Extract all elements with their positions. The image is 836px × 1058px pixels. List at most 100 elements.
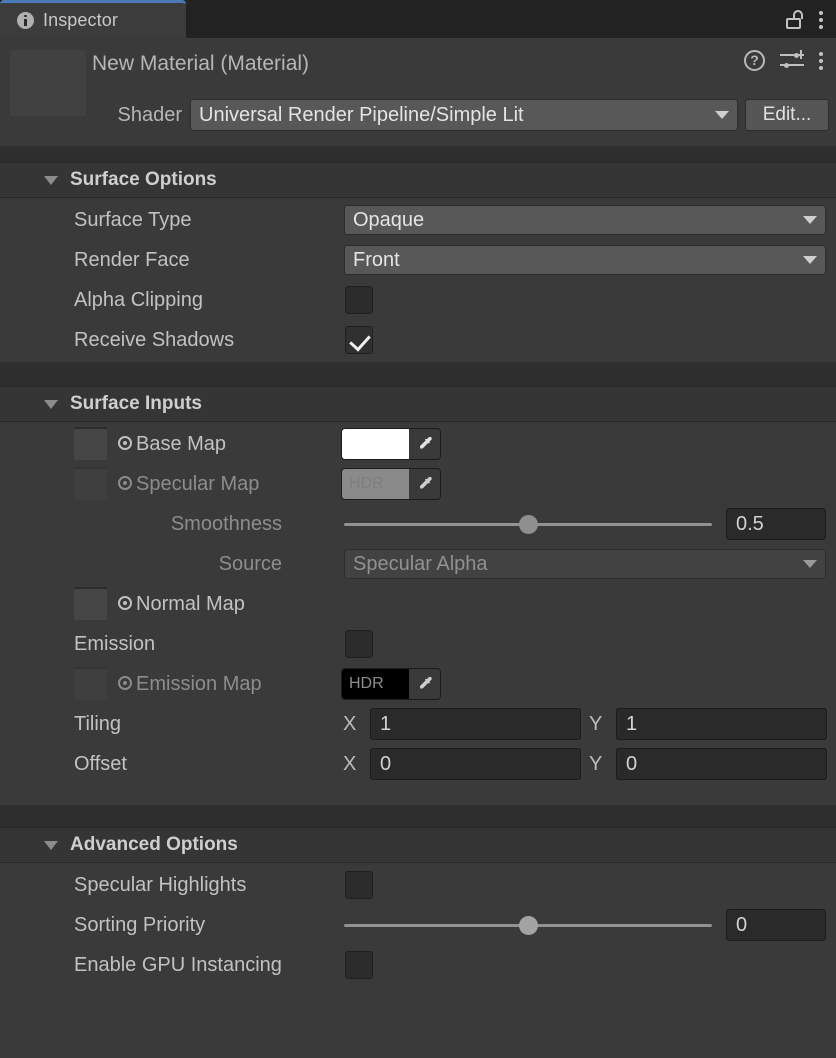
tiling-x-value: 1 — [380, 713, 391, 736]
tiling-y-value: 1 — [626, 713, 637, 736]
row-tiling: Tiling X 1 Y 1 — [0, 704, 836, 744]
emission-map-color-field[interactable]: HDR — [341, 668, 441, 700]
row-label: Smoothness — [171, 513, 282, 536]
chevron-down-icon — [44, 841, 58, 850]
eyedropper-icon — [416, 675, 435, 694]
row-enable-gpu-instancing: Enable GPU Instancing — [0, 945, 836, 985]
swatch-label: HDR — [349, 675, 384, 693]
section-header-surface-options[interactable]: Surface Options — [0, 162, 836, 198]
row-label: Emission — [74, 633, 155, 656]
base-map-expand-icon[interactable] — [118, 436, 132, 450]
receive-shadows-checkbox[interactable] — [345, 326, 373, 354]
sorting-priority-value: 0 — [736, 914, 747, 937]
base-map-color-swatch[interactable] — [342, 429, 409, 459]
alpha-clipping-checkbox[interactable] — [345, 286, 373, 314]
specular-map-color-field[interactable]: HDR — [341, 468, 441, 500]
section-body-surface-options: Surface Type Opaque Render Face Front Al… — [0, 200, 836, 362]
render-face-dropdown[interactable]: Front — [344, 245, 826, 275]
shader-dropdown[interactable]: Universal Render Pipeline/Simple Lit — [190, 99, 738, 131]
section-header-advanced-options[interactable]: Advanced Options — [0, 827, 836, 863]
smoothness-value-field[interactable]: 0.5 — [726, 508, 826, 540]
separator-band-3 — [0, 805, 836, 827]
surface-type-dropdown[interactable]: Opaque — [344, 205, 826, 235]
section-body-advanced-options: Specular Highlights Sorting Priority 0 E… — [0, 865, 836, 1058]
row-render-face: Render Face Front — [0, 240, 836, 280]
base-map-texture-slot[interactable] — [74, 427, 107, 460]
base-map-color-field[interactable] — [341, 428, 441, 460]
slider-handle[interactable] — [519, 916, 538, 935]
edit-shader-button[interactable]: Edit... — [745, 99, 829, 131]
chevron-down-icon — [803, 256, 817, 264]
row-label: Tiling — [74, 713, 121, 736]
slider-handle[interactable] — [519, 515, 538, 534]
kebab-menu-icon[interactable] — [819, 10, 824, 29]
row-label: Enable GPU Instancing — [74, 954, 282, 977]
lock-open-icon[interactable] — [786, 10, 803, 29]
normal-map-texture-slot[interactable] — [74, 587, 107, 620]
section-title: Surface Options — [70, 169, 217, 191]
tiling-y-field[interactable]: 1 — [616, 708, 827, 740]
row-label: Alpha Clipping — [74, 289, 203, 312]
separator-band-1 — [0, 146, 836, 162]
chevron-down-icon — [803, 560, 817, 568]
header-kebab-menu-icon[interactable] — [819, 51, 824, 70]
offset-x-axis-label: X — [343, 753, 356, 776]
sorting-priority-slider[interactable] — [344, 905, 712, 945]
row-label: Specular Map — [136, 473, 259, 496]
material-header: New Material (Material) ? Shader Univers… — [0, 38, 836, 146]
offset-x-value: 0 — [380, 753, 391, 776]
page-title: New Material (Material) — [92, 52, 309, 76]
sorting-priority-value-field[interactable]: 0 — [726, 909, 826, 941]
specular-map-color-swatch[interactable]: HDR — [342, 469, 409, 499]
eyedropper-button[interactable] — [409, 669, 440, 699]
emission-checkbox[interactable] — [345, 630, 373, 658]
section-header-surface-inputs[interactable]: Surface Inputs — [0, 386, 836, 422]
row-label: Offset — [74, 753, 127, 776]
normal-map-expand-icon[interactable] — [118, 596, 132, 610]
material-preview-thumbnail[interactable] — [10, 50, 86, 116]
row-label: Surface Type — [74, 209, 191, 232]
info-icon — [17, 12, 34, 29]
tiling-y-axis-label: Y — [589, 713, 602, 736]
tab-inspector[interactable]: Inspector — [0, 0, 186, 38]
eyedropper-button[interactable] — [409, 429, 440, 459]
help-icon[interactable]: ? — [744, 50, 765, 71]
tab-inspector-label: Inspector — [43, 10, 118, 31]
row-label: Sorting Priority — [74, 914, 205, 937]
tiling-x-field[interactable]: 1 — [370, 708, 581, 740]
specular-map-expand-icon[interactable] — [118, 476, 132, 490]
eyedropper-button[interactable] — [409, 469, 440, 499]
emission-map-texture-slot[interactable] — [74, 667, 107, 700]
source-dropdown[interactable]: Specular Alpha — [344, 549, 826, 579]
row-offset: Offset X 0 Y 0 — [0, 744, 836, 784]
smoothness-slider[interactable] — [344, 504, 712, 544]
specular-map-texture-slot[interactable] — [74, 467, 107, 500]
row-specular-highlights: Specular Highlights — [0, 865, 836, 905]
tiling-x-axis-label: X — [343, 713, 356, 736]
offset-y-value: 0 — [626, 753, 637, 776]
smoothness-value: 0.5 — [736, 513, 764, 536]
chevron-down-icon — [715, 111, 729, 119]
chevron-down-icon — [803, 216, 817, 224]
section-title: Surface Inputs — [70, 393, 202, 415]
preset-sliders-icon[interactable] — [780, 50, 804, 71]
row-surface-type: Surface Type Opaque — [0, 200, 836, 240]
enable-gpu-instancing-checkbox[interactable] — [345, 951, 373, 979]
row-label: Render Face — [74, 249, 190, 272]
emission-map-expand-icon[interactable] — [118, 676, 132, 690]
row-emission-map: Emission Map HDR — [0, 664, 836, 704]
separator-band-2 — [0, 362, 836, 386]
row-specular-map: Specular Map HDR — [0, 464, 836, 504]
specular-highlights-checkbox[interactable] — [345, 871, 373, 899]
offset-y-field[interactable]: 0 — [616, 748, 827, 780]
row-label: Emission Map — [136, 673, 262, 696]
eyedropper-icon — [416, 475, 435, 494]
eyedropper-icon — [416, 435, 435, 454]
offset-x-field[interactable]: 0 — [370, 748, 581, 780]
row-smoothness: Smoothness 0.5 — [0, 504, 836, 544]
row-label: Specular Highlights — [74, 874, 246, 897]
emission-map-color-swatch[interactable]: HDR — [342, 669, 409, 699]
inspector-tab-bar: Inspector — [0, 0, 836, 38]
row-emission: Emission — [0, 624, 836, 664]
shader-label: Shader — [88, 104, 182, 127]
